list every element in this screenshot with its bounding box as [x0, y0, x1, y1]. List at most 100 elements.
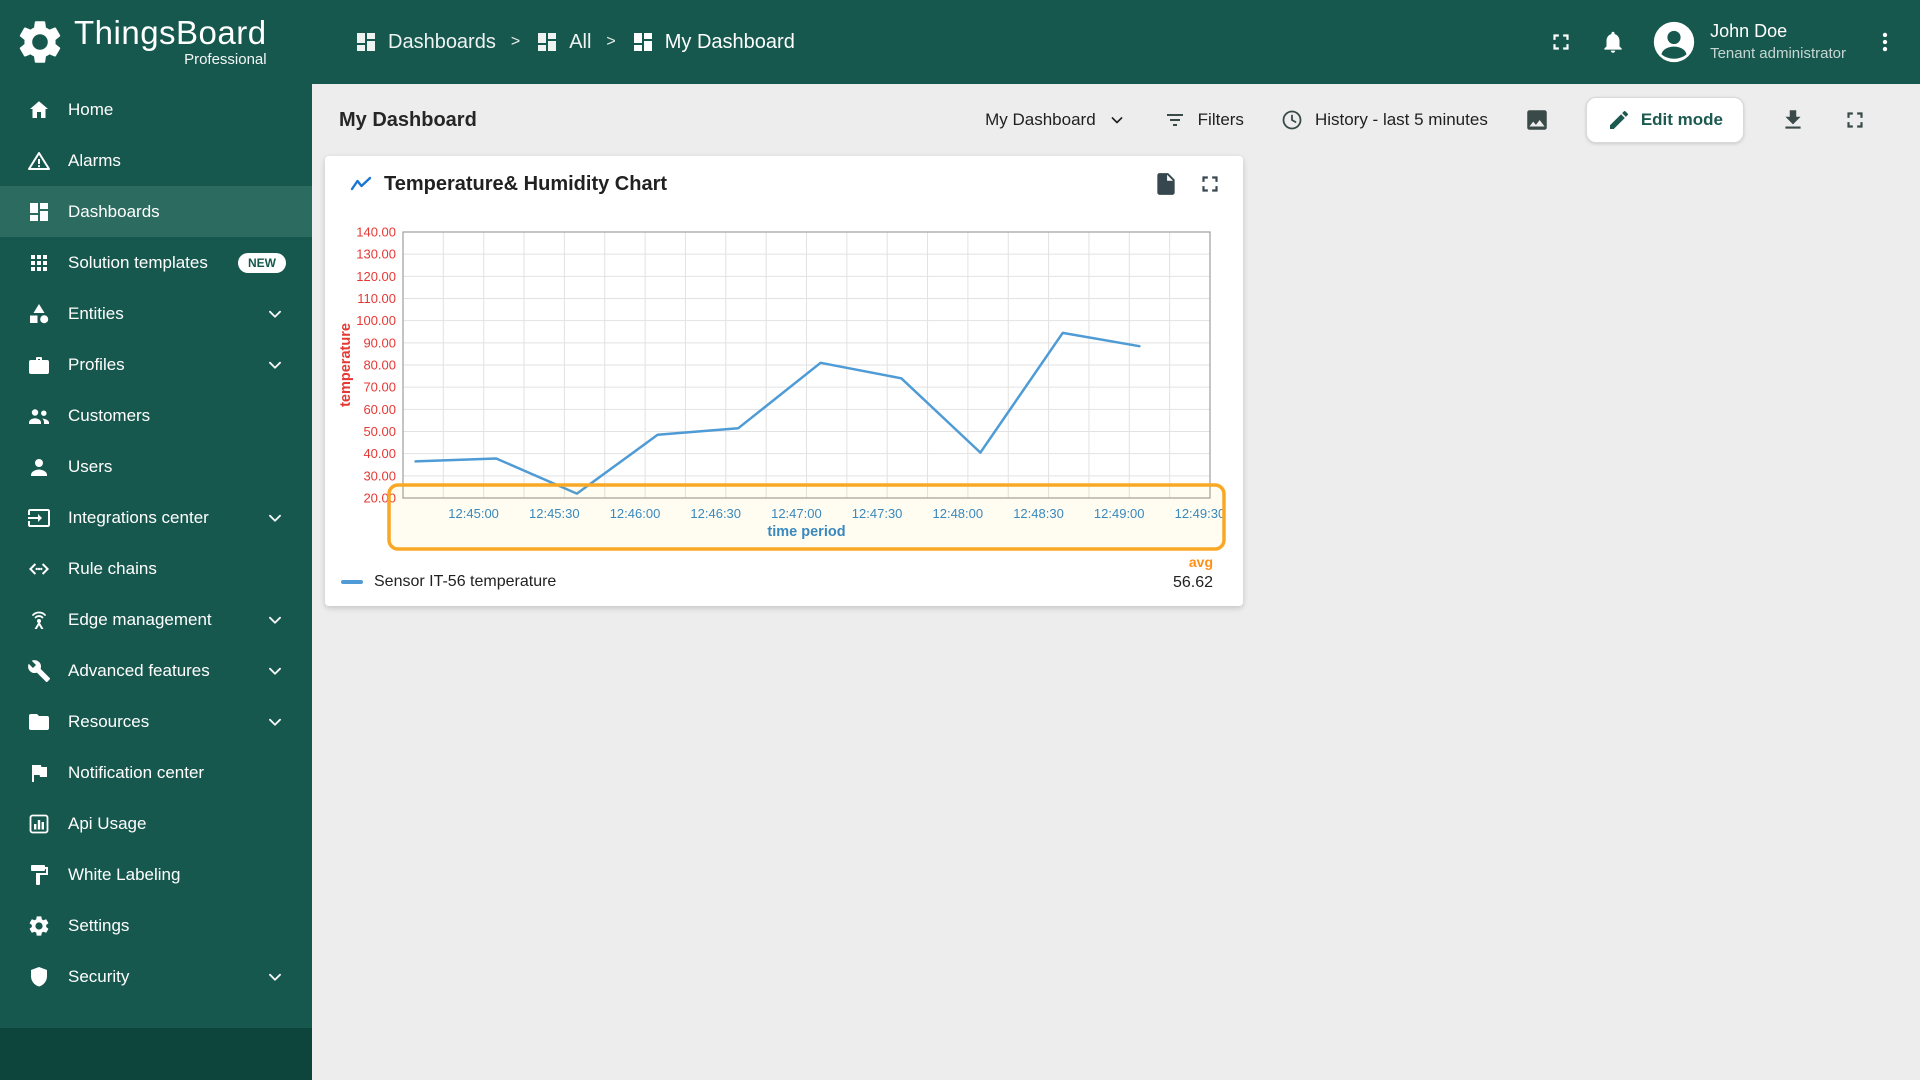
- download-button[interactable]: [1780, 107, 1806, 133]
- svg-text:50.00: 50.00: [363, 424, 396, 439]
- sidebar-item-api-usage[interactable]: Api Usage: [0, 798, 312, 849]
- widget-actions: [1153, 171, 1223, 197]
- history-time-window-button[interactable]: History - last 5 minutes: [1280, 108, 1488, 132]
- svg-text:110.00: 110.00: [357, 291, 396, 306]
- sidebar-footer: [0, 1028, 312, 1080]
- notifications-button[interactable]: [1600, 29, 1626, 55]
- sidebar-item-security[interactable]: Security: [0, 951, 312, 1002]
- chevron-down-icon: [264, 660, 286, 682]
- svg-text:100.00: 100.00: [356, 313, 396, 328]
- x-axis-highlight-annotation: [387, 483, 1226, 551]
- sidebar-item-label: Customers: [68, 405, 151, 425]
- fullscreen-icon: [1197, 171, 1223, 197]
- widget-fullscreen-button[interactable]: [1197, 171, 1223, 197]
- sidebar-item-label: Integrations center: [68, 507, 209, 527]
- widget-title: Temperature& Humidity Chart: [384, 172, 668, 195]
- brand-logo[interactable]: ThingsBoard Professional: [0, 0, 312, 84]
- sidebar-menu: Home Alarms Dashboards Solution template…: [0, 84, 312, 1080]
- sidebar-item-label: Profiles: [68, 354, 125, 374]
- user-menu[interactable]: John Doe Tenant administrator: [1652, 20, 1846, 64]
- image-gallery-button[interactable]: [1524, 107, 1550, 133]
- dashboard-canvas: Temperature& Humidity Chart 20.00 30.00 40…: [312, 156, 1920, 1080]
- user-name: John Doe: [1710, 21, 1788, 42]
- svg-text:30.00: 30.00: [363, 468, 396, 483]
- dashboard-fullscreen-button[interactable]: [1842, 107, 1868, 133]
- main-area: Dashboards > All > My Dashboard John Doe…: [312, 0, 1920, 1080]
- chevron-down-icon: [264, 507, 286, 529]
- filter-icon: [1163, 108, 1187, 132]
- sidebar-item-notification-center[interactable]: Notification center: [0, 747, 312, 798]
- breadcrumb: Dashboards > All > My Dashboard: [354, 30, 795, 54]
- tools-icon: [27, 659, 51, 683]
- sidebar-item-label: Rule chains: [68, 558, 157, 578]
- legend-agg-value: 56.62: [1172, 573, 1213, 591]
- svg-text:90.00: 90.00: [363, 335, 396, 350]
- file-export-icon: [1153, 171, 1179, 197]
- kebab-menu-icon: [1872, 29, 1898, 55]
- sidebar-item-dashboards[interactable]: Dashboards: [0, 186, 312, 237]
- topbar-actions: John Doe Tenant administrator: [1548, 20, 1898, 64]
- folder-icon: [27, 710, 51, 734]
- legend-series-marker: [341, 579, 363, 584]
- svg-text:130.00: 130.00: [356, 247, 396, 262]
- more-options-button[interactable]: [1872, 29, 1898, 55]
- sidebar-item-label: Users: [68, 456, 113, 476]
- history-label: History - last 5 minutes: [1314, 110, 1488, 129]
- fullscreen-icon: [1548, 29, 1574, 55]
- sidebar-item-white-labeling[interactable]: White Labeling: [0, 849, 312, 900]
- chart-legend: Sensor IT-56 temperature avg 56.62: [325, 554, 1243, 606]
- new-badge: NEW: [238, 252, 286, 273]
- sidebar-item-label: White Labeling: [68, 864, 181, 884]
- download-icon: [1780, 107, 1806, 133]
- export-widget-button[interactable]: [1153, 171, 1179, 197]
- sidebar-item-edge-management[interactable]: Edge management: [0, 594, 312, 645]
- chevron-down-icon: [1107, 110, 1127, 130]
- sidebar-item-label: Dashboards: [68, 201, 160, 221]
- dashboard-select[interactable]: My Dashboard: [985, 110, 1127, 130]
- edit-mode-label: Edit mode: [1640, 110, 1723, 129]
- filters-button[interactable]: Filters: [1163, 108, 1244, 132]
- legend-series-label: Sensor IT-56 temperature: [374, 572, 557, 590]
- clock-icon: [1280, 108, 1304, 132]
- sidebar-item-profiles[interactable]: Profiles: [0, 339, 312, 390]
- temperature-chart: 20.0030.0040.0050.0060.0070.0080.0090.00…: [338, 225, 1226, 551]
- svg-text:70.00: 70.00: [363, 380, 396, 395]
- breadcrumb-label: Dashboards: [388, 30, 496, 53]
- chevron-down-icon: [264, 966, 286, 988]
- breadcrumb-label: My Dashboard: [664, 30, 795, 53]
- flag-icon: [27, 761, 51, 785]
- warning-icon: [27, 149, 51, 173]
- svg-text:60.00: 60.00: [363, 402, 396, 417]
- svg-text:140.00: 140.00: [356, 225, 396, 240]
- sidebar-item-home[interactable]: Home: [0, 84, 312, 135]
- temperature-humidity-widget[interactable]: Temperature& Humidity Chart 20.00 30.00 40…: [325, 156, 1243, 606]
- sidebar-item-settings[interactable]: Settings: [0, 900, 312, 951]
- sidebar-item-solution-templates[interactable]: Solution templates NEW: [0, 237, 312, 288]
- breadcrumb-dashboards[interactable]: Dashboards: [354, 30, 496, 54]
- sidebar-item-label: Solution templates: [68, 252, 208, 272]
- breadcrumb-my-dashboard[interactable]: My Dashboard: [631, 30, 795, 54]
- sidebar-item-alarms[interactable]: Alarms: [0, 135, 312, 186]
- rule-chains-icon: [27, 557, 51, 581]
- brand-name: ThingsBoard: [74, 13, 267, 51]
- breadcrumb-label: All: [569, 30, 592, 53]
- sidebar-item-advanced-features[interactable]: Advanced features: [0, 645, 312, 696]
- apps-grid-icon: [27, 251, 51, 275]
- sidebar-item-entities[interactable]: Entities: [0, 288, 312, 339]
- sidebar-item-label: Security: [68, 966, 130, 986]
- legend-aggregation: avg 56.62: [1173, 554, 1213, 593]
- svg-text:120.00: 120.00: [356, 269, 396, 284]
- breadcrumb-all[interactable]: All: [535, 30, 591, 54]
- sidebar-item-customers[interactable]: Customers: [0, 390, 312, 441]
- edit-mode-button[interactable]: Edit mode: [1585, 97, 1744, 143]
- legend-series[interactable]: Sensor IT-56 temperature: [341, 573, 556, 593]
- sidebar-item-resources[interactable]: Resources: [0, 696, 312, 747]
- image-icon: [1524, 107, 1550, 133]
- sidebar-item-integrations-center[interactable]: Integrations center: [0, 492, 312, 543]
- gear-icon: [27, 914, 51, 938]
- sidebar-item-rule-chains[interactable]: Rule chains: [0, 543, 312, 594]
- fullscreen-button[interactable]: [1548, 29, 1574, 55]
- edge-antenna-icon: [27, 608, 51, 632]
- sidebar-item-users[interactable]: Users: [0, 441, 312, 492]
- svg-text:40.00: 40.00: [363, 446, 396, 461]
